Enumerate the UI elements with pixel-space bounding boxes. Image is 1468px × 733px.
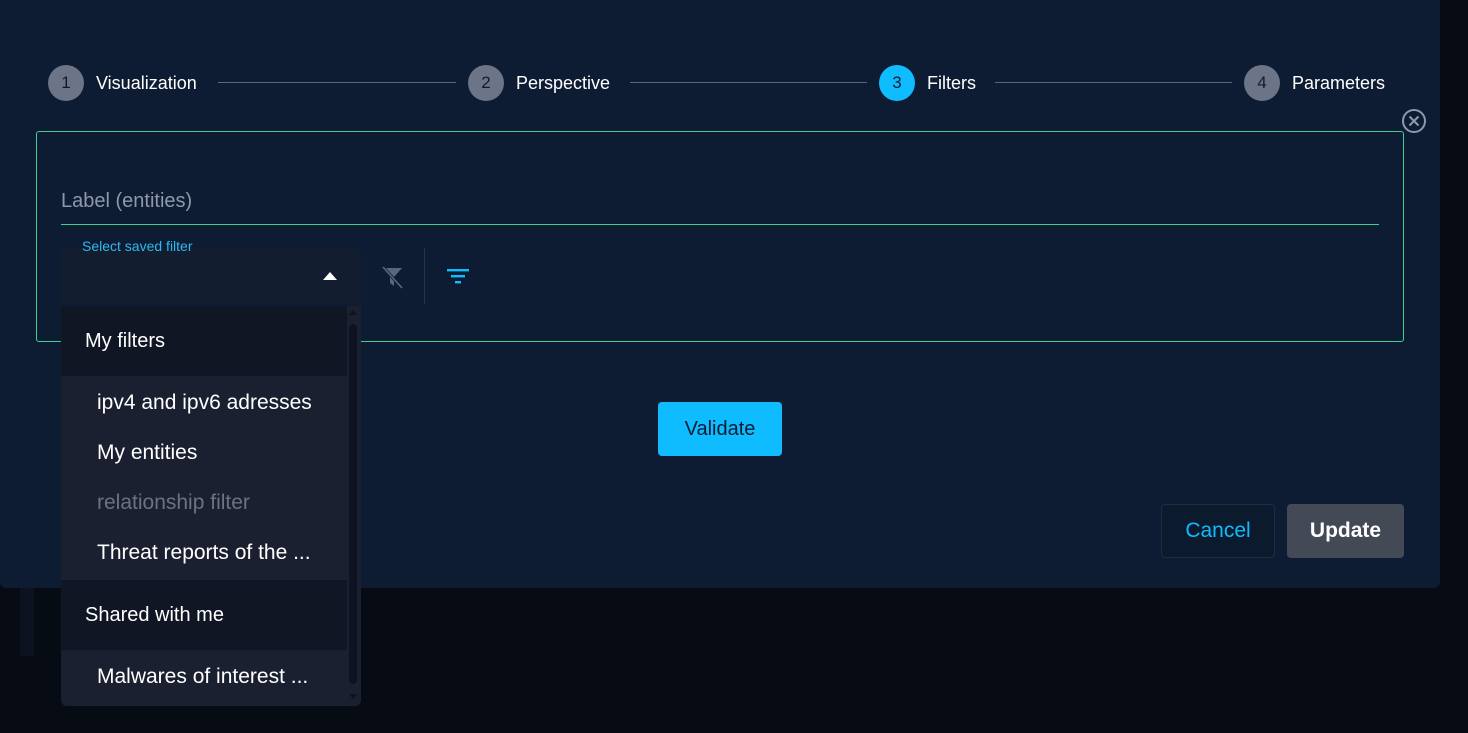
filter-option[interactable]: ipv4 and ipv6 adresses bbox=[61, 378, 347, 428]
step-visualization[interactable]: 1 Visualization bbox=[48, 65, 197, 101]
step-filters[interactable]: 3 Filters bbox=[879, 65, 976, 101]
step-connector bbox=[995, 82, 1232, 83]
group-header-shared-with-me: Shared with me bbox=[61, 580, 347, 650]
step-number: 2 bbox=[468, 65, 504, 101]
filter-option-label: Malwares of interest ... bbox=[97, 665, 309, 688]
cancel-button[interactable]: Cancel bbox=[1161, 504, 1275, 558]
validate-button[interactable]: Validate bbox=[658, 402, 782, 456]
group-header-label: Shared with me bbox=[85, 604, 224, 626]
filter-option[interactable]: My entities bbox=[61, 428, 347, 478]
step-connector bbox=[630, 82, 867, 83]
step-perspective[interactable]: 2 Perspective bbox=[468, 65, 610, 101]
filter-option-label: Threat reports of the ... bbox=[97, 541, 311, 564]
step-label: Perspective bbox=[516, 72, 611, 93]
saved-filter-dropdown: My filters ipv4 and ipv6 adresses My ent… bbox=[61, 306, 361, 706]
step-number: 1 bbox=[48, 65, 84, 101]
filter-list-icon[interactable] bbox=[443, 262, 473, 292]
saved-filter-caption: Select saved filter bbox=[82, 238, 193, 254]
saved-filter-select[interactable] bbox=[61, 248, 361, 304]
step-label: Filters bbox=[927, 72, 976, 93]
stepper: 1 Visualization 2 Perspective 3 Filters … bbox=[48, 65, 1392, 101]
background-scrollbar bbox=[20, 588, 34, 656]
step-connector bbox=[218, 82, 456, 83]
filter-option[interactable]: Malwares of interest ... bbox=[61, 652, 347, 702]
step-label: Visualization bbox=[96, 72, 197, 93]
step-number: 3 bbox=[879, 65, 915, 101]
update-button[interactable]: Update bbox=[1287, 504, 1404, 558]
group-header-label: My filters bbox=[85, 330, 165, 352]
filter-option-label: ipv4 and ipv6 adresses bbox=[97, 391, 312, 414]
filter-option-label: My entities bbox=[97, 441, 198, 464]
toolbar-divider bbox=[424, 248, 425, 304]
scroll-down-icon[interactable] bbox=[349, 694, 357, 699]
scroll-up-icon[interactable] bbox=[349, 310, 357, 315]
label-entities-input[interactable]: Label (entities) bbox=[61, 184, 1379, 225]
close-circle-icon[interactable] bbox=[1401, 108, 1426, 133]
step-parameters[interactable]: 4 Parameters bbox=[1244, 65, 1385, 101]
step-number: 4 bbox=[1244, 65, 1280, 101]
filter-option-disabled: relationship filter bbox=[61, 478, 347, 528]
filter-option-label: relationship filter bbox=[97, 491, 250, 514]
group-header-my-filters: My filters bbox=[61, 306, 347, 376]
label-entities-placeholder: Label (entities) bbox=[61, 190, 193, 212]
scrollbar-thumb[interactable] bbox=[349, 324, 357, 684]
filter-option[interactable]: Threat reports of the ... bbox=[61, 528, 347, 578]
caret-up-icon bbox=[323, 272, 337, 280]
filter-off-icon[interactable] bbox=[377, 262, 407, 292]
step-label: Parameters bbox=[1292, 72, 1386, 93]
